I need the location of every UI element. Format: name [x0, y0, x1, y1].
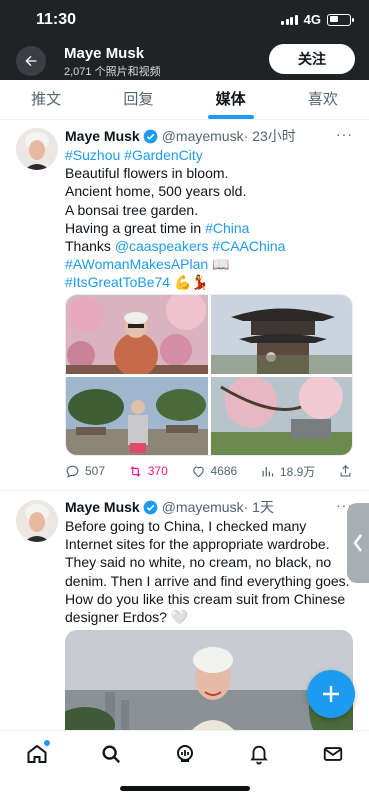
avatar[interactable] [16, 500, 58, 542]
tweet-text: Before going to China, I checked many In… [65, 517, 353, 626]
tweet-line: Before going to China, I checked many [65, 518, 307, 534]
nav-search[interactable] [96, 739, 126, 769]
tweet-2[interactable]: Maye Musk @mayemusk · 1天 ··· Before goin… [0, 0, 369, 740]
side-drawer-handle[interactable] [347, 503, 369, 583]
nav-messages[interactable] [318, 739, 348, 769]
spaces-icon [177, 745, 193, 762]
author-name[interactable]: Maye Musk [65, 499, 140, 515]
bell-icon [250, 745, 268, 765]
tweet-line: How do you like this cream suit from Chi… [65, 590, 346, 607]
verified-icon [143, 500, 158, 514]
chevron-left-icon [353, 534, 362, 552]
tweet-header: Maye Musk @mayemusk · 1天 [65, 497, 353, 517]
nav-home[interactable] [22, 739, 52, 769]
search-icon [102, 745, 121, 764]
tweet-line: designer Erdos? 🤍 [65, 609, 189, 626]
tweet-line: They said no white, no cream, no black, … [65, 554, 332, 571]
mail-icon [323, 747, 343, 761]
tweet-line: denim. Then I arrive and find everything… [65, 572, 350, 589]
home-indicator [120, 786, 250, 791]
tweet-time: · 1天 [243, 499, 274, 515]
nav-notifications[interactable] [244, 739, 274, 769]
notification-dot [44, 740, 50, 746]
tweet-line: Internet sites for the appropriate wardr… [65, 536, 330, 553]
compose-button[interactable] [307, 670, 355, 718]
author-handle: @mayemusk [161, 499, 244, 515]
nav-spaces[interactable] [170, 739, 200, 769]
plus-icon [323, 686, 339, 702]
